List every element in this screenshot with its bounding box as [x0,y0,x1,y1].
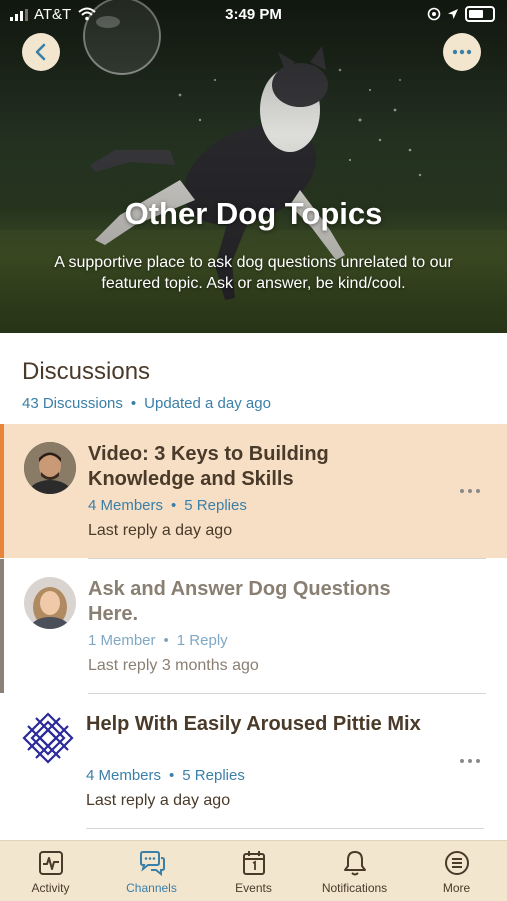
unread-indicator [0,424,4,558]
discussion-title: Ask and Answer Dog Questions Here. [88,578,391,625]
discussion-item[interactable]: Ask and Answer Dog Questions Here. 1 Mem… [0,559,507,693]
last-reply: Last reply a day ago [86,792,231,809]
orientation-lock-icon [427,7,441,21]
tab-more[interactable]: More [406,841,507,901]
channel-title: Other Dog Topics [124,196,383,231]
last-reply: Last reply 3 months ago [88,657,259,674]
discussions-meta: 43 Discussions • Updated a day ago [22,395,271,412]
divider [86,828,484,829]
tab-bar: Activity Channels Events Notifications M… [0,840,507,901]
bell-icon [343,851,366,876]
channel-description: A supportive place to ask dog questions … [54,254,453,292]
replies-count: 5 Replies [184,497,247,514]
battery-icon [465,6,495,22]
last-reply: Last reply a day ago [88,522,233,539]
tab-label: Events [235,881,272,895]
discussion-item[interactable]: Video: 3 Keys to Building Knowledge and … [0,424,507,558]
list-icon [444,851,469,875]
tab-label: Activity [31,881,70,895]
discussion-meta: 4 Members • 5 Replies [88,497,247,514]
status-bar: AT&T 3:49 PM [0,0,507,28]
members-count: 4 Members [88,497,164,514]
tab-label: Channels [126,881,177,895]
chat-bubbles-icon [139,851,165,877]
avatar [24,442,76,494]
replies-count: 5 Replies [182,767,245,784]
ellipsis-icon[interactable] [459,488,481,494]
avatar [24,577,76,629]
separator-dot: • [163,632,169,649]
hero-banner: AT&T 3:49 PM Other Dog Topics A supporti… [0,0,507,333]
tab-notifications[interactable]: Notifications [304,841,405,901]
tab-events[interactable]: Events [203,841,304,901]
status-icons [427,6,495,22]
discussions-count: 43 Discussions [22,395,123,412]
discussion-title: Help With Easily Aroused Pittie Mix [86,713,421,735]
discussions-heading: Discussions [22,358,151,385]
members-count: 1 Member [88,632,156,649]
calendar-icon [242,851,265,875]
back-button[interactable] [22,33,60,71]
more-options-button[interactable] [443,33,481,71]
ellipsis-icon [452,49,472,55]
tab-label: More [442,881,471,895]
discussion-item[interactable]: Help With Easily Aroused Pittie Mix 4 Me… [0,694,507,828]
tab-label: Notifications [321,881,388,895]
read-indicator [0,559,4,693]
separator-dot: • [169,767,175,784]
activity-icon [38,851,63,875]
chevron-left-icon [35,43,46,61]
avatar [22,712,74,764]
discussion-title: Video: 3 Keys to Building Knowledge and … [88,443,329,490]
separator-dot: • [171,497,177,514]
separator-dot: • [130,395,137,412]
replies-count: 1 Reply [176,632,228,649]
discussion-meta: 1 Member • 1 Reply [88,632,228,649]
discussions-updated: Updated a day ago [144,395,271,412]
members-count: 4 Members [86,767,162,784]
location-icon [448,9,458,19]
discussion-meta: 4 Members • 5 Replies [86,767,245,784]
tab-channels[interactable]: Channels [101,841,202,901]
ellipsis-icon[interactable] [459,758,481,764]
tab-activity[interactable]: Activity [0,841,101,901]
